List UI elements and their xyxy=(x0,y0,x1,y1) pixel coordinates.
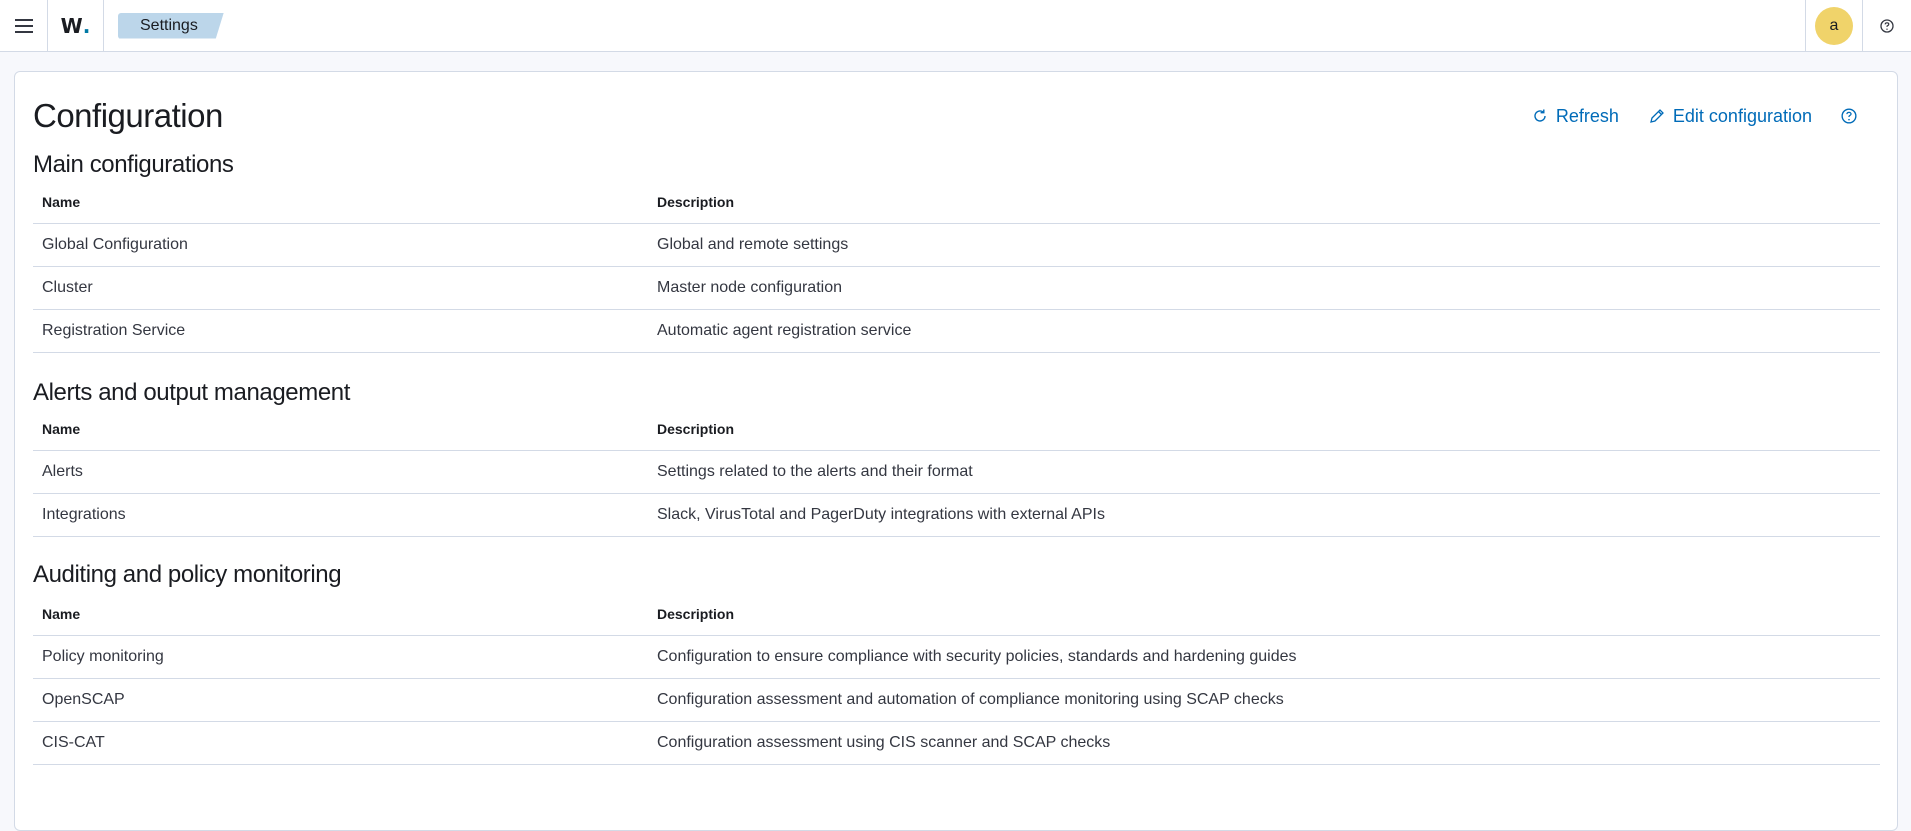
edit-configuration-label: Edit configuration xyxy=(1672,105,1812,126)
table-row[interactable]: OpenSCAP Configuration assessment and au… xyxy=(33,678,1880,722)
section-title-auditing-and-policy-monitoring: Auditing and policy monitoring xyxy=(33,561,342,588)
refresh-button[interactable]: Refresh xyxy=(1532,106,1619,127)
user-menu-button[interactable]: a xyxy=(1805,0,1863,52)
section-title-alerts-and-output-management: Alerts and output management xyxy=(33,378,351,406)
help-icon xyxy=(1880,18,1894,33)
row-description: Slack, VirusTotal and PagerDuty integrat… xyxy=(648,493,1880,537)
column-header-description: Description xyxy=(648,408,1880,451)
top-navigation-bar: W. Settings a xyxy=(0,0,1911,52)
panel-header: Configuration Refresh Edit configuration xyxy=(33,94,1879,138)
help-icon xyxy=(1841,108,1857,124)
table-row[interactable]: Global Configuration Global and remote s… xyxy=(33,223,1880,267)
row-name: OpenSCAP xyxy=(33,678,648,722)
row-description: Configuration to ensure compliance with … xyxy=(648,635,1880,679)
row-name: Global Configuration xyxy=(33,223,648,267)
table-row[interactable]: Alerts Settings related to the alerts an… xyxy=(33,450,1880,494)
help-button[interactable] xyxy=(1863,0,1911,52)
section-title-main-configurations: Main configurations xyxy=(33,151,234,178)
pencil-icon xyxy=(1650,108,1664,123)
table-header-row: Name Description xyxy=(33,593,1880,636)
row-name: CIS-CAT xyxy=(33,721,648,765)
auditing-policy-table: Name Description Policy monitoring Confi… xyxy=(33,593,1880,765)
help-docs-button[interactable] xyxy=(1841,108,1865,124)
menu-button[interactable] xyxy=(0,0,48,52)
configuration-panel: Configuration Refresh Edit configuration… xyxy=(14,71,1898,831)
logo-dot: . xyxy=(82,13,91,38)
column-header-name: Name xyxy=(33,593,648,636)
edit-configuration-button[interactable]: Edit configuration xyxy=(1648,106,1812,127)
column-header-name: Name xyxy=(33,181,648,224)
breadcrumb-settings[interactable]: Settings xyxy=(118,13,224,39)
hamburger-icon xyxy=(14,18,33,33)
row-description: Master node configuration xyxy=(648,266,1880,310)
column-header-description: Description xyxy=(648,181,1880,224)
row-name: Alerts xyxy=(33,450,648,494)
table-row[interactable]: Integrations Slack, VirusTotal and Pager… xyxy=(33,493,1880,537)
table-row[interactable]: Registration Service Automatic agent reg… xyxy=(33,309,1880,353)
column-header-description: Description xyxy=(648,593,1880,636)
row-description: Configuration assessment using CIS scann… xyxy=(648,721,1880,765)
logo-letter: W xyxy=(60,13,83,38)
row-description: Settings related to the alerts and their… xyxy=(648,450,1880,494)
table-row[interactable]: CIS-CAT Configuration assessment using C… xyxy=(33,721,1880,765)
row-name: Policy monitoring xyxy=(33,635,648,679)
avatar: a xyxy=(1815,6,1853,45)
table-header-row: Name Description xyxy=(33,181,1880,224)
page-title: Configuration xyxy=(33,97,223,134)
app-logo[interactable]: W. xyxy=(48,0,104,52)
table-row[interactable]: Cluster Master node configuration xyxy=(33,266,1880,310)
table-row[interactable]: Policy monitoring Configuration to ensur… xyxy=(33,635,1880,679)
row-name: Cluster xyxy=(33,266,648,310)
topbar-right-group: a xyxy=(1805,0,1911,52)
row-name: Registration Service xyxy=(33,309,648,353)
row-description: Configuration assessment and automation … xyxy=(648,678,1880,722)
row-name: Integrations xyxy=(33,493,648,537)
header-actions: Refresh Edit configuration xyxy=(1503,106,1879,127)
row-description: Global and remote settings xyxy=(648,223,1880,267)
main-configurations-table: Name Description Global Configuration Gl… xyxy=(33,181,1880,353)
column-header-name: Name xyxy=(33,408,648,451)
refresh-label: Refresh xyxy=(1555,105,1619,126)
refresh-icon xyxy=(1534,109,1546,122)
alerts-output-table: Name Description Alerts Settings related… xyxy=(33,408,1880,537)
table-header-row: Name Description xyxy=(33,408,1880,451)
row-description: Automatic agent registration service xyxy=(648,309,1880,353)
